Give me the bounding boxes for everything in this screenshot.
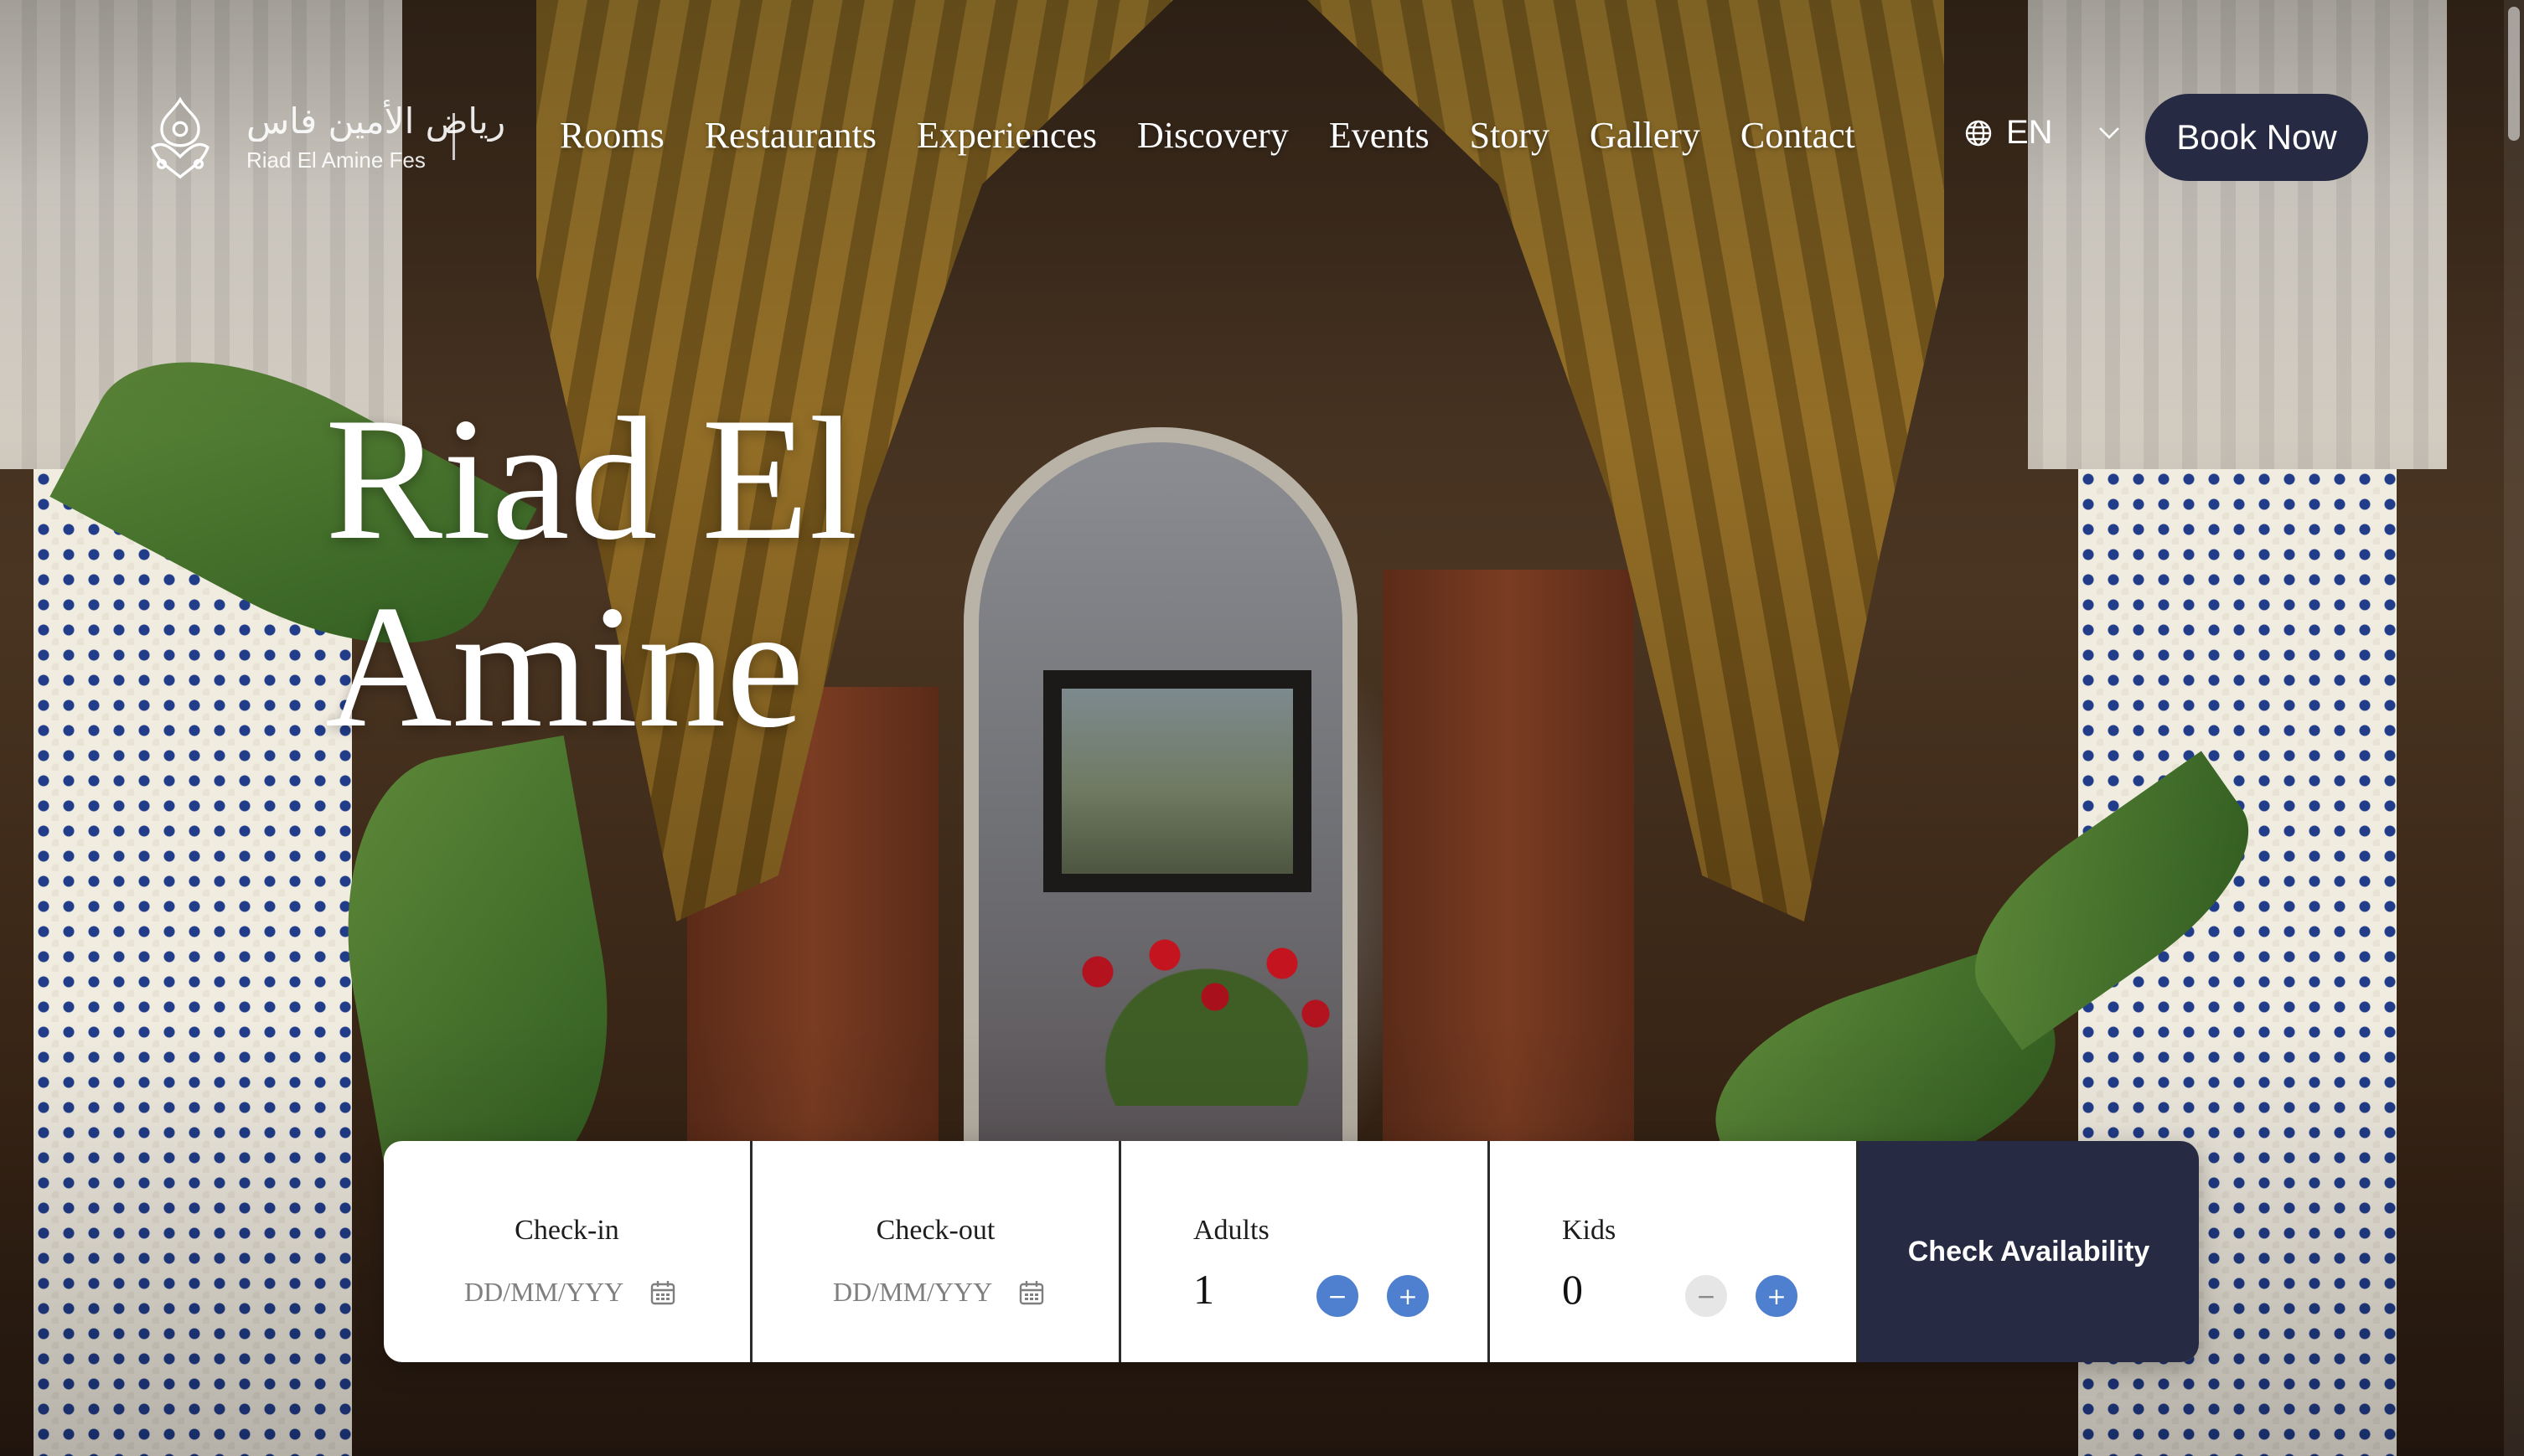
booking-form: Check-in DD/MM/YYY Check-out DD/MM/YYY A… [384,1141,2199,1362]
kids-decrement-button[interactable]: − [1685,1275,1727,1317]
nav-item-discovery[interactable]: Discovery [1137,111,1289,161]
check-in-placeholder[interactable]: DD/MM/YYY [464,1277,623,1308]
kids-field: Kids 0 − + [1490,1141,1859,1362]
calendar-icon[interactable] [1017,1278,1046,1307]
check-in-label: Check-in [515,1215,619,1246]
check-availability-button[interactable]: Check Availability [1859,1141,2199,1362]
logo-emblem-icon [151,96,209,179]
check-out-label: Check-out [876,1215,996,1246]
page: رياض الأمين فاس Riad El Amine Fes Rooms … [0,0,2524,1456]
language-current: EN [2006,114,2053,151]
logo-latin-text: Riad El Amine Fes [246,147,426,173]
hero-title: Riad El Amine [325,385,912,761]
logo-divider [453,113,455,160]
nav-item-restaurants[interactable]: Restaurants [705,111,877,161]
site-logo[interactable]: رياض الأمين فاس Riad El Amine Fes [134,92,505,184]
kids-increment-button[interactable]: + [1756,1275,1797,1317]
adults-decrement-button[interactable]: − [1316,1275,1358,1317]
main-nav: Rooms Restaurants Experiences Discovery … [560,111,1855,161]
nav-item-events[interactable]: Events [1329,111,1430,161]
hero-title-line-1: Riad El [325,382,858,576]
adults-field: Adults 1 − + [1121,1141,1490,1362]
book-now-button[interactable]: Book Now [2145,94,2368,181]
page-scrollbar[interactable] [2504,0,2524,1456]
language-selector[interactable]: EN [1964,114,2123,152]
nav-item-experiences[interactable]: Experiences [917,111,1097,161]
site-header: رياض الأمين فاس Riad El Amine Fes Rooms … [0,0,2524,276]
adults-count: 1 [1193,1266,1214,1313]
nav-item-gallery[interactable]: Gallery [1590,111,1700,161]
adults-increment-button[interactable]: + [1387,1275,1429,1317]
nav-item-rooms[interactable]: Rooms [560,111,665,161]
nav-item-story[interactable]: Story [1470,111,1549,161]
check-out-placeholder[interactable]: DD/MM/YYY [833,1277,992,1308]
check-in-field[interactable]: Check-in DD/MM/YYY [384,1141,753,1362]
logo-arabic-text: رياض الأمين فاس [246,100,506,142]
globe-icon [1965,120,1992,146]
chevron-down-icon [2098,126,2119,139]
kids-label: Kids [1562,1215,1616,1246]
nav-item-contact[interactable]: Contact [1740,111,1855,161]
scrollbar-thumb[interactable] [2508,7,2520,141]
check-out-field[interactable]: Check-out DD/MM/YYY [753,1141,1121,1362]
kids-count: 0 [1562,1266,1583,1313]
hero-title-line-2: Amine [325,570,804,764]
calendar-icon[interactable] [649,1278,677,1307]
